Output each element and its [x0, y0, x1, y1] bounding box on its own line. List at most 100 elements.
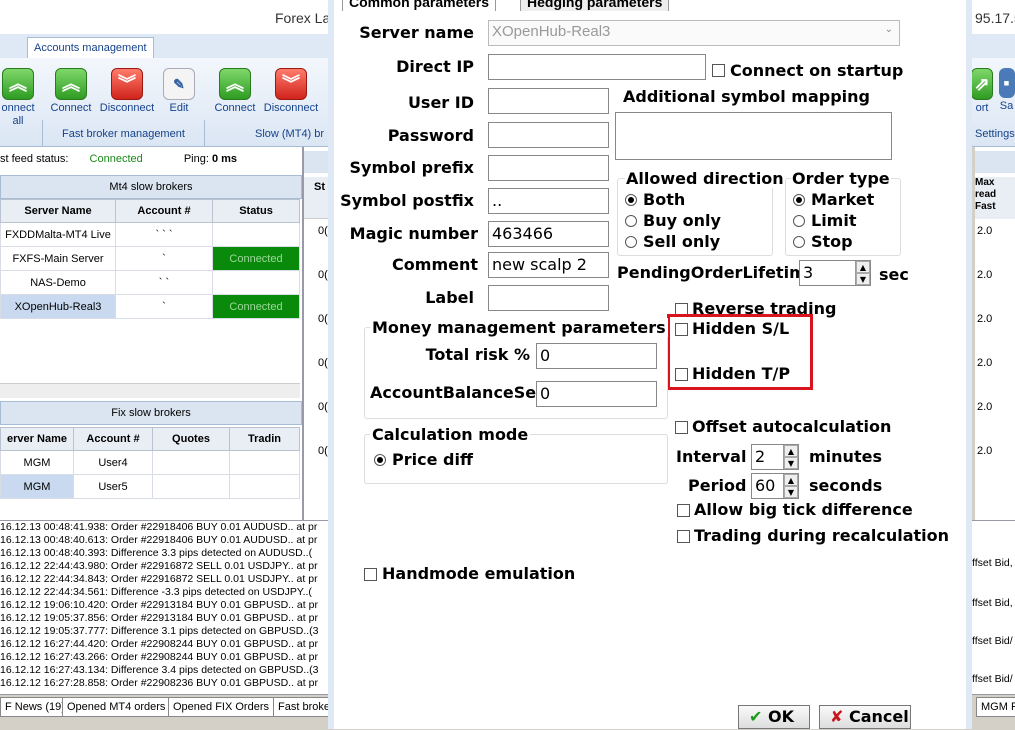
radio-price-diff[interactable]	[374, 454, 386, 466]
red-highlight-box	[667, 314, 813, 390]
column-header[interactable]: Account #	[115, 199, 213, 223]
connect-on-startup-checkbox[interactable]	[712, 64, 725, 77]
log-line: 16.12.12 16:27:44.420: Order #22908244 B…	[0, 638, 318, 650]
tab-news[interactable]: F News (19)	[0, 697, 70, 717]
horizontal-scrollbar[interactable]	[0, 383, 300, 398]
edit-icon: ✎	[163, 68, 195, 100]
symbol-mapping-textarea[interactable]	[615, 112, 892, 160]
connect-icon: ︽	[219, 68, 251, 100]
disconnect-icon: ︾	[111, 68, 143, 100]
table-row[interactable]: FXFS-Main Server ` Connected	[0, 246, 300, 271]
connect-button[interactable]: ︽ Connect	[48, 58, 94, 115]
interval-input[interactable]: 2 ▲ ▼	[751, 444, 799, 470]
column-header[interactable]: Server Name	[0, 199, 116, 223]
chevron-down-icon: ▼	[784, 457, 798, 469]
tab-opened-fix-orders[interactable]: Opened FIX Orders	[168, 697, 274, 717]
radio-buy-only[interactable]	[625, 215, 637, 227]
log-line: 16.12.12 16:27:43.134: Difference 3.4 pi…	[0, 664, 319, 676]
symbol-prefix-label: Symbol prefix	[349, 158, 475, 177]
user-id-label: User ID	[407, 93, 474, 112]
label-input[interactable]	[488, 285, 609, 311]
radio-sell-only[interactable]	[625, 236, 637, 248]
stepper[interactable]: ▲ ▼	[855, 261, 870, 285]
slow-disconnect-button[interactable]: ︾ Disconnect	[262, 58, 320, 115]
edit-button[interactable]: ✎ Edit	[162, 58, 196, 115]
label-label: Label	[425, 288, 474, 307]
column-header[interactable]: Tradin	[229, 427, 300, 451]
tab-accounts-management[interactable]: Accounts management	[27, 37, 154, 58]
server-name-select[interactable]: XOpenHub-Real3 ⌄	[488, 20, 900, 46]
column-header[interactable]: Account #	[73, 427, 153, 451]
period-input[interactable]: 60 ▲ ▼	[751, 473, 799, 499]
symbol-prefix-input[interactable]	[488, 155, 609, 181]
tab-common-parameters[interactable]: Common parameters	[342, 0, 497, 11]
slow-connect-button[interactable]: ︽ Connect	[212, 58, 258, 115]
column-header[interactable]: Max read Fast	[975, 177, 1015, 219]
radio-stop[interactable]	[793, 236, 805, 248]
feed-status-value: Connected	[89, 153, 143, 165]
radio-market[interactable]	[793, 194, 805, 206]
pending-order-lifetime-input[interactable]: 3 ▲ ▼	[799, 260, 871, 286]
log-line: 16.12.12 22:44:34.843: Order #22916872 S…	[0, 573, 318, 585]
log-line: 16.12.12 16:27:43.266: Order #22908244 B…	[0, 651, 318, 663]
symbol-postfix-label: Symbol postfix	[340, 191, 474, 210]
chevron-down-icon: ⌄	[884, 24, 893, 35]
trading-during-recalc-checkbox[interactable]	[677, 530, 690, 543]
total-risk-input[interactable]: 0	[536, 343, 657, 369]
tab-mgm-fix[interactable]: MGM FI	[976, 697, 1015, 717]
disconnect-button[interactable]: ︾ Disconnect	[98, 58, 156, 115]
export-icon: ⇗	[971, 68, 993, 100]
chevron-up-icon: ▲	[784, 474, 798, 486]
calculation-mode-title: Calculation mode	[370, 425, 531, 444]
allow-big-tick-checkbox[interactable]	[677, 504, 690, 517]
status-badge: Connected	[212, 294, 300, 319]
save-button[interactable]: ▪ Sa	[998, 58, 1015, 113]
account-balance-input[interactable]: 0	[536, 381, 657, 407]
column-header[interactable]: St	[304, 177, 330, 219]
interval-label: Interval	[676, 447, 747, 466]
mt4-panel-title: Mt4 slow brokers	[0, 175, 302, 199]
log-line: 16.12.12 19:06:10.420: Order #22913184 B…	[0, 599, 318, 611]
radio-limit[interactable]	[793, 215, 805, 227]
column-header[interactable]: Status	[212, 199, 300, 223]
table-row[interactable]: MGM User4	[0, 450, 300, 475]
comment-input[interactable]: new scalp 2	[488, 252, 609, 278]
tab-fast-brokers[interactable]: Fast broke	[273, 697, 333, 717]
period-label: Period	[688, 476, 747, 495]
table-row[interactable]: FXDDMalta-MT4 Live ` ` `	[0, 222, 300, 247]
password-input[interactable]	[488, 122, 609, 148]
chevron-up-icon: ▲	[784, 445, 798, 457]
offset-autocalculation-checkbox[interactable]	[675, 421, 688, 434]
table-row[interactable]: MGM User5	[0, 474, 300, 499]
mt4-brokers-table: Server Name Account # Status FXDDMalta-M…	[0, 199, 300, 319]
column-header[interactable]: Quotes	[152, 427, 230, 451]
log-line: 16.12.12 16:27:28.858: Order #22908236 B…	[0, 677, 318, 689]
magic-number-input[interactable]: 463466	[488, 221, 609, 247]
log-panel-right: ffset Bid, ffset Bid, ffset Bid/ ffset B…	[972, 520, 1015, 695]
stepper[interactable]: ▲ ▼	[783, 474, 798, 498]
fix-panel-title: Fix slow brokers	[0, 401, 302, 425]
column-header[interactable]: erver Name	[0, 427, 74, 451]
ok-button[interactable]: ✔ OK	[738, 705, 810, 729]
table-row[interactable]: XOpenHub-Real3 ` Connected	[0, 294, 300, 319]
connect-all-button[interactable]: ︽ onnect all	[0, 58, 40, 128]
radio-both[interactable]	[625, 194, 637, 206]
tab-opened-mt4-orders[interactable]: Opened MT4 orders	[62, 697, 171, 717]
server-ip: 95.17.5	[975, 10, 1015, 26]
close-icon: ✘	[830, 707, 844, 726]
chevron-up-icon: ▲	[856, 261, 870, 273]
tab-hedging-parameters[interactable]: Hedging parameters	[520, 0, 670, 11]
table-row[interactable]: NAS-Demo ` `	[0, 270, 300, 295]
brokers-panel: st feed status: Connected Ping: 0 ms Mt4…	[0, 147, 303, 520]
stepper[interactable]: ▲ ▼	[783, 445, 798, 469]
orders-grid-partial: St 0( 0( 0( 0( 0( 0(	[303, 147, 330, 520]
export-button[interactable]: ⇗ ort	[970, 58, 994, 115]
fix-brokers-table: erver Name Account # Quotes Tradin MGM U…	[0, 427, 300, 499]
money-management-title: Money management parameters	[370, 318, 668, 337]
server-name-label: Server name	[359, 23, 474, 42]
direct-ip-input[interactable]	[488, 54, 706, 80]
symbol-postfix-input[interactable]: ..	[488, 188, 609, 214]
handmode-emulation-checkbox[interactable]	[364, 568, 377, 581]
cancel-button[interactable]: ✘ Cancel	[819, 705, 911, 729]
user-id-input[interactable]	[488, 88, 609, 114]
